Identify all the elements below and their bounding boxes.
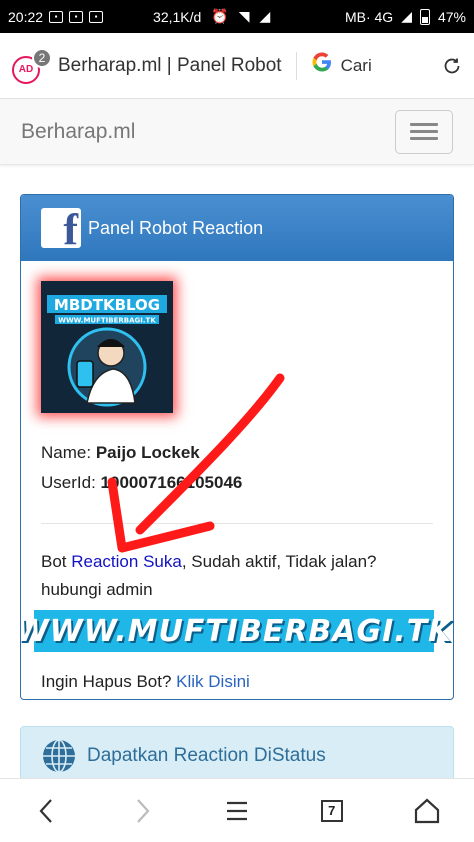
hamburger-icon[interactable] (395, 109, 453, 154)
signal-icon: ◢ (259, 8, 271, 24)
userid-row: UserId: 100007166105046 (41, 471, 433, 495)
avatar-subtitle: WWW.MUFTIBERBAGI.TK (58, 317, 156, 325)
notification-icon: ▪ (89, 10, 104, 23)
delete-bot-row: Ingin Hapus Bot? Klik Disini (41, 672, 433, 692)
site-brand[interactable]: Berharap.ml (21, 120, 135, 144)
notification-icon: ▪ (69, 10, 84, 23)
panel-title: Panel Robot Reaction (88, 217, 264, 238)
userid-value: 100007166105046 (100, 473, 243, 492)
wifi-icon: ◥ (238, 8, 250, 24)
avatar-title: MBDTKBLOG (54, 296, 160, 314)
globe-icon (43, 739, 75, 773)
site-navbar: Berharap.ml (0, 99, 474, 165)
name-label: Name: (41, 443, 92, 462)
adblock-button[interactable]: AD 2 (12, 47, 52, 84)
avatar: MBDTKBLOG WWW.MUFTIBERBAGI.TK (41, 281, 173, 413)
alarm-icon: ⏰ (211, 8, 229, 24)
name-row: Name: Paijo Lockek (41, 441, 433, 465)
google-icon[interactable] (311, 51, 333, 80)
tabs-count: 7 (320, 799, 343, 822)
divider (41, 523, 433, 524)
browser-bottom-nav: 7 (0, 778, 474, 842)
status-time: 20:22 (8, 8, 44, 25)
delete-prompt: Ingin Hapus Bot? (41, 672, 177, 691)
facebook-icon: f (41, 208, 81, 248)
signal-icon: ◢ (401, 8, 412, 24)
robot-panel: f Panel Robot Reaction MBDTKBLOG WWW.MUF… (20, 194, 454, 700)
network-type: MB· 4G (344, 8, 394, 25)
adblock-count-badge: 2 (32, 47, 52, 68)
battery-icon (419, 8, 430, 25)
back-icon[interactable] (27, 791, 67, 831)
browser-address-bar: AD 2 Berharap.ml | Panel Robot Cari (0, 33, 474, 99)
forward-icon[interactable] (122, 791, 162, 831)
status-prefix: Bot (41, 552, 72, 571)
tabs-button[interactable]: 7 (312, 791, 352, 831)
refresh-icon[interactable] (442, 56, 462, 76)
reaction-type-link[interactable]: Reaction Suka (71, 552, 182, 571)
panel-heading: f Panel Robot Reaction (21, 195, 453, 261)
panel2-title: Dapatkan Reaction DiStatus (87, 745, 326, 766)
watermark-banner: WWW.MUFTIBERBAGI.TK (21, 610, 451, 652)
status-bar: 20:22 ▪ ▪ ▪ 32,1K/d ⏰ ◥ ◢ MB· 4G ◢ 47% (0, 0, 474, 33)
bot-status-text: Bot Reaction Suka, Sudah aktif, Tidak ja… (41, 548, 433, 604)
page-title[interactable]: Berharap.ml | Panel Robot (58, 55, 282, 77)
search-button[interactable]: Cari (341, 56, 372, 76)
battery-level: 47% (437, 8, 466, 25)
notification-icon: ▪ (49, 10, 64, 23)
menu-icon[interactable] (217, 791, 257, 831)
network-speed: 32,1K/d (153, 8, 202, 25)
userid-label: UserId: (41, 473, 96, 492)
delete-bot-link[interactable]: Klik Disini (176, 672, 250, 691)
divider (295, 51, 297, 80)
home-icon[interactable] (407, 791, 447, 831)
reaction-status-panel[interactable]: Dapatkan Reaction DiStatus (20, 726, 454, 786)
name-value: Paijo Lockek (95, 443, 200, 462)
panel-body: MBDTKBLOG WWW.MUFTIBERBAGI.TK Name: Paij… (21, 261, 453, 699)
